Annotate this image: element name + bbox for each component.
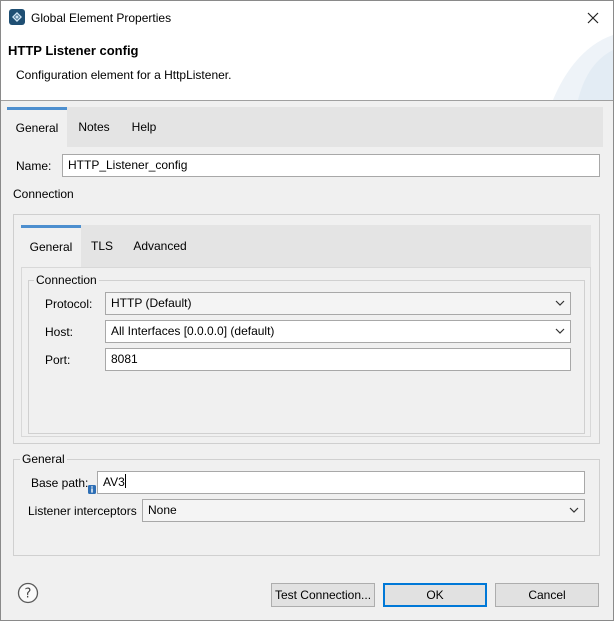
window-title: Global Element Properties: [31, 11, 172, 25]
outer-tab-bar: General Notes Help: [7, 107, 603, 147]
protocol-select[interactable]: HTTP (Default): [105, 292, 571, 315]
text-cursor: [124, 474, 126, 488]
mule-app-icon: [9, 9, 25, 25]
inner-tab-bar: General TLS Advanced: [21, 225, 591, 267]
host-value: All Interfaces [0.0.0.0] (default): [111, 324, 275, 338]
test-connection-button[interactable]: Test Connection...: [271, 583, 375, 607]
global-element-properties-dialog: Global Element Properties HTTP Listener …: [0, 0, 614, 621]
help-button[interactable]: ?: [17, 582, 39, 604]
inner-tab-general[interactable]: General: [21, 225, 81, 267]
general-fieldset-legend: General: [20, 452, 67, 466]
page-description: Configuration element for a HttpListener…: [16, 68, 232, 82]
header-banner: HTTP Listener config Configuration eleme…: [1, 35, 613, 100]
listener-interceptors-select[interactable]: None: [142, 499, 585, 522]
inner-tab-tls[interactable]: TLS: [87, 225, 117, 267]
protocol-label: Protocol:: [45, 297, 93, 311]
close-button[interactable]: [579, 5, 607, 31]
port-label: Port:: [45, 353, 71, 367]
title-bar: Global Element Properties: [1, 1, 613, 35]
name-input[interactable]: HTTP_Listener_config: [62, 154, 600, 177]
inner-tab-advanced[interactable]: Advanced: [127, 225, 193, 267]
name-label: Name:: [16, 159, 52, 173]
cancel-button[interactable]: Cancel: [495, 583, 599, 607]
help-icon: ?: [17, 582, 39, 604]
svg-text:?: ?: [25, 587, 32, 602]
ok-button[interactable]: OK: [383, 583, 487, 607]
connection-section-label: Connection: [13, 187, 74, 201]
chevron-down-icon: [555, 328, 565, 334]
protocol-value: HTTP (Default): [111, 296, 192, 310]
header-divider: [1, 100, 613, 101]
tab-notes[interactable]: Notes: [73, 107, 115, 147]
info-icon: [88, 485, 96, 494]
chevron-down-icon: [555, 300, 565, 306]
port-input[interactable]: 8081: [105, 348, 571, 371]
tab-help[interactable]: Help: [125, 107, 163, 147]
listener-interceptors-label: Listener interceptors: [28, 504, 137, 518]
header-decoration: [553, 35, 613, 100]
page-title: HTTP Listener config: [8, 43, 139, 58]
base-path-value: AV3: [103, 475, 125, 489]
host-label: Host:: [45, 325, 74, 339]
chevron-down-icon: [569, 507, 579, 513]
connection-fieldset-legend: Connection: [34, 273, 99, 287]
tab-general[interactable]: General: [7, 107, 67, 147]
close-icon: [587, 12, 599, 24]
host-combo[interactable]: All Interfaces [0.0.0.0] (default): [105, 320, 571, 343]
base-path-label: Base path:: [31, 476, 89, 490]
base-path-input[interactable]: AV3: [97, 471, 585, 494]
listener-interceptors-value: None: [148, 503, 177, 517]
